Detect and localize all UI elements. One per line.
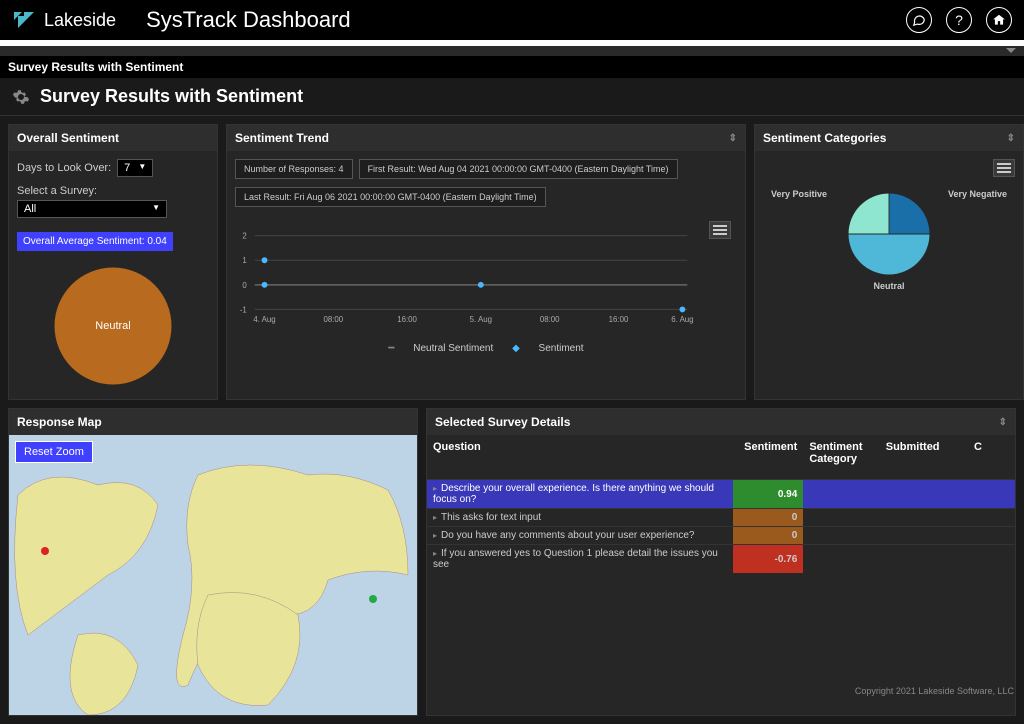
details-table: Question Sentiment Sentiment Category Su… [427,435,1015,573]
pie-label-vp: Very Positive [771,189,827,199]
svg-text:08:00: 08:00 [540,315,560,324]
trend-line-chart: 2 1 0 -1 4. Aug 08:00 16:00 5. Aug 08:00… [235,215,737,335]
panel-overall-sentiment: Overall Sentiment Days to Look Over: 7 S… [8,124,218,400]
col-question[interactable]: Question [427,435,733,480]
pin-icon[interactable]: ⇕ [999,417,1007,428]
collapse-bar[interactable] [0,46,1024,56]
topbar: Lakeside SysTrack Dashboard ? [0,0,1024,40]
categories-pie-chart: Very Positive Very Negative Neutral [763,159,1015,309]
map-marker-green[interactable] [369,595,377,603]
help-icon[interactable]: ? [946,7,972,33]
lakeside-logo-icon [12,8,36,32]
reset-zoom-button[interactable]: Reset Zoom [15,441,93,463]
table-row[interactable]: ▸If you answered yes to Question 1 pleas… [427,545,1015,574]
svg-text:-1: -1 [240,305,247,314]
pie-label-n: Neutral [873,281,904,291]
panel-title-overall: Overall Sentiment [9,125,217,151]
panel-title-details: Selected Survey Details [435,415,570,429]
breadcrumb: Survey Results with Sentiment [0,56,1024,78]
svg-text:2: 2 [242,232,246,241]
gear-icon[interactable] [12,88,30,106]
chip-first-result: First Result: Wed Aug 04 2021 00:00:00 G… [359,159,678,179]
page-title: Survey Results with Sentiment [40,86,303,107]
panel-sentiment-categories: Sentiment Categories ⇕ Very Positive Very… [754,124,1024,400]
panel-survey-details: Selected Survey Details ⇕ Question Sentim… [426,408,1016,716]
panel-title-map: Response Map [9,409,417,435]
panel-title-trend: Sentiment Trend [235,131,329,145]
days-select[interactable]: 7 [117,159,153,177]
page-header: Survey Results with Sentiment [0,78,1024,116]
home-icon[interactable] [986,7,1012,33]
trend-legend: ━ Neutral Sentiment ◆ Sentiment [235,343,737,354]
app-title: SysTrack Dashboard [146,7,351,33]
feedback-icon[interactable] [906,7,932,33]
avg-sentiment-badge: Overall Average Sentiment: 0.04 [17,232,173,251]
overall-donut-chart: Neutral [48,261,178,391]
survey-label: Select a Survey: [17,185,97,197]
panel-sentiment-trend: Sentiment Trend⇕ Number of Responses: 4 … [226,124,746,400]
svg-text:16:00: 16:00 [397,315,417,324]
chart-menu-button[interactable] [709,221,731,239]
legend-sentiment: Sentiment [539,343,584,354]
panel-response-map: Response Map Reset Zoom [8,408,418,716]
svg-text:5. Aug: 5. Aug [470,315,492,324]
pie-label-vn: Very Negative [948,189,1007,199]
col-c[interactable]: C [968,435,1015,480]
chip-last-result: Last Result: Fri Aug 06 2021 00:00:00 GM… [235,187,546,207]
legend-neutral: Neutral Sentiment [413,343,493,354]
world-map[interactable]: Reset Zoom [9,435,417,715]
table-row[interactable]: ▸Do you have any comments about your use… [427,527,1015,545]
footer-copyright: Copyright 2021 Lakeside Software, LLC [845,682,1024,700]
svg-text:08:00: 08:00 [323,315,343,324]
pin-icon[interactable]: ⇕ [729,133,737,144]
col-sentiment[interactable]: Sentiment [733,435,804,480]
svg-text:6. Aug: 6. Aug [671,315,693,324]
donut-center-label: Neutral [95,320,130,332]
panel-title-categories: Sentiment Categories [763,131,886,145]
col-category[interactable]: Sentiment Category [803,435,879,480]
svg-text:0: 0 [242,281,247,290]
chip-responses: Number of Responses: 4 [235,159,353,179]
svg-text:1: 1 [242,256,246,265]
survey-select[interactable]: All [17,200,167,218]
brand-text: Lakeside [44,10,116,31]
brand-logo: Lakeside [12,8,116,32]
table-row[interactable]: ▸This asks for text input0 [427,509,1015,527]
table-row[interactable]: ▸Describe your overall experience. Is th… [427,480,1015,509]
days-label: Days to Look Over: [17,162,111,174]
col-submitted[interactable]: Submitted [880,435,968,480]
pin-icon[interactable]: ⇕ [1007,133,1015,144]
map-marker-red[interactable] [41,547,49,555]
svg-text:16:00: 16:00 [609,315,629,324]
svg-text:4. Aug: 4. Aug [253,315,275,324]
